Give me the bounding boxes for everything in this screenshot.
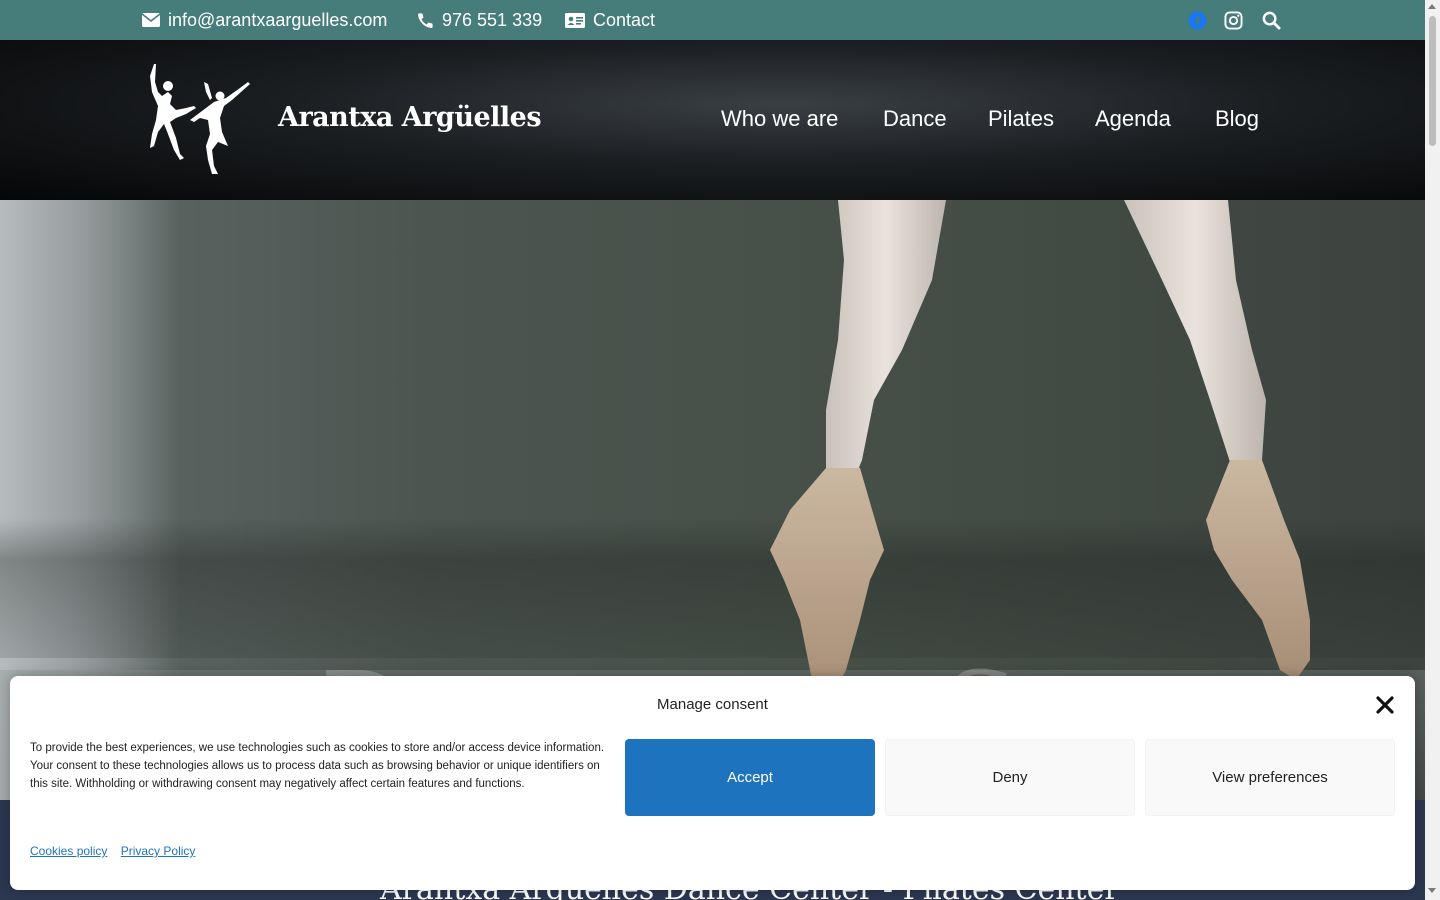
phone-icon (418, 12, 433, 28)
scrollbar-thumb[interactable] (1429, 16, 1436, 146)
consent-links: Cookies policy Privacy Policy (30, 844, 205, 858)
search-icon (1262, 11, 1281, 30)
consent-title: Manage consent (657, 696, 768, 713)
nav-item-dance[interactable]: Dance (883, 106, 947, 132)
brand-name: Arantxa Argüelles (278, 102, 542, 133)
contact-link[interactable]: Contact (565, 0, 655, 40)
instagram-link[interactable] (1224, 0, 1243, 40)
privacy-policy-link[interactable]: Privacy Policy (121, 844, 196, 858)
close-button[interactable] (1374, 694, 1396, 716)
consent-dialog: Manage consent To provide the best exper… (10, 676, 1415, 890)
id-card-icon (565, 12, 585, 28)
consent-message: To provide the best experiences, we use … (30, 742, 605, 790)
instagram-icon (1224, 10, 1243, 30)
logo-link[interactable] (146, 62, 252, 178)
email-link[interactable]: info@arantxaarguelles.com (142, 0, 387, 40)
envelope-icon (142, 13, 160, 27)
nav-item-agenda[interactable]: Agenda (1095, 106, 1171, 132)
cookies-policy-link[interactable]: Cookies policy (30, 844, 107, 858)
dancers-logo-icon (150, 64, 250, 174)
nav-item-who-we-are[interactable]: Who we are (721, 106, 838, 132)
page-scrollbar[interactable] (1425, 0, 1440, 900)
contact-text: Contact (593, 9, 656, 30)
scroll-up-icon[interactable] (1428, 4, 1436, 9)
phone-link[interactable]: 976 551 339 (417, 0, 542, 40)
nav-item-pilates[interactable]: Pilates (988, 106, 1054, 132)
top-bar: info@arantxaarguelles.com 976 551 339 Co… (0, 0, 1425, 40)
phone-text: 976 551 339 (442, 9, 543, 30)
close-icon (1376, 696, 1394, 714)
view-preferences-button[interactable]: View preferences (1145, 739, 1395, 816)
scroll-down-icon[interactable] (1428, 888, 1436, 893)
email-text: info@arantxaarguelles.com (168, 9, 388, 30)
search-button[interactable] (1262, 0, 1281, 40)
facebook-icon (1188, 10, 1207, 30)
facebook-link[interactable] (1188, 0, 1207, 40)
nav-item-blog[interactable]: Blog (1215, 106, 1259, 132)
accept-button[interactable]: Accept (625, 739, 875, 816)
site-header: Arantxa Argüelles Who we are Dance Pilat… (0, 40, 1425, 200)
deny-button[interactable]: Deny (885, 739, 1135, 816)
